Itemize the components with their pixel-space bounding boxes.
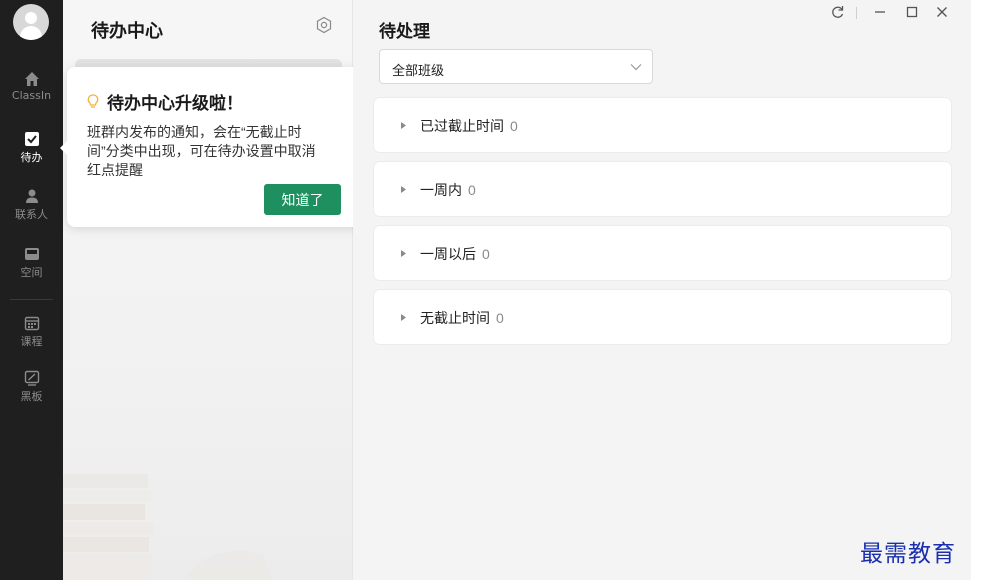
avatar-head [25,12,37,24]
nav-item-todo[interactable]: 待办 [0,131,63,177]
group-count: 0 [468,182,476,198]
person-icon [25,189,38,203]
caret-right-icon [401,314,406,321]
got-it-button[interactable]: 知道了 [264,184,341,215]
nav-item-courses[interactable]: 课程 [0,315,63,361]
group-label: 一周以后 0 [420,246,490,262]
nav-item-classin[interactable]: ClassIn [0,71,63,117]
todo-center-title: 待办中心 [91,21,163,41]
chevron-down-icon [630,64,642,71]
nav-label-todo: 待办 [20,151,43,164]
books-decoration [63,474,273,580]
group-count: 0 [496,310,504,326]
pending-title: 待处理 [379,22,430,41]
nav-item-blackboard[interactable]: 黑板 [0,370,63,416]
upgrade-tip-popover: 待办中心升级啦！ 班群内发布的通知，会在“无截止时间”分类中出现，可在待办设置中… [60,67,365,227]
nav-rail: ClassIn 待办 联系人 空间 课程 黑板 [0,0,63,580]
group-count: 0 [510,118,518,134]
nav-label-space: 空间 [20,266,43,279]
home-icon [24,72,39,86]
tip-arrow [60,141,67,155]
caret-right-icon [401,186,406,193]
tip-body: 班群内发布的通知，会在“无截止时间”分类中出现，可在待办设置中取消红点提醒 [87,124,316,178]
group-overdue[interactable]: 已过截止时间 0 [374,98,951,152]
class-filter-value: 全部班级 [392,63,445,78]
group-label: 无截止时间 0 [420,310,504,326]
group-label: 已过截止时间 0 [420,118,518,134]
refresh-icon[interactable] [829,3,847,21]
group-after-week[interactable]: 一周以后 0 [374,226,951,280]
avatar[interactable] [13,4,49,40]
calendar-icon [24,316,39,331]
close-icon[interactable] [933,3,951,21]
nav-label-classin: ClassIn [11,89,52,102]
avatar-body [20,26,42,40]
maximize-icon[interactable] [903,3,921,21]
rail-divider [10,299,53,300]
nav-label-blackboard: 黑板 [20,390,43,403]
watermark-text: 最需教育 [860,541,956,567]
nav-item-contacts[interactable]: 联系人 [0,188,63,234]
inbox-icon [24,248,39,260]
lightbulb-icon [87,93,99,108]
checkbox-icon [24,132,39,146]
group-label: 一周内 0 [420,182,476,198]
main-area: 待处理 全部班级 已过截止时间 0 一周内 0 一周以后 0 无截止时间 0 [353,0,971,580]
group-no-deadline[interactable]: 无截止时间 0 [374,290,951,344]
blackboard-icon [24,370,39,386]
minimize-icon[interactable] [871,3,889,21]
window-controls-divider [856,7,857,19]
nav-label-courses: 课程 [20,335,43,348]
group-within-week[interactable]: 一周内 0 [374,162,951,216]
tip-title-text: 待办中心升级啦！ [107,94,243,113]
nav-item-space[interactable]: 空间 [0,246,63,292]
tip-title: 待办中心升级啦！ [87,89,243,114]
nav-label-contacts: 联系人 [15,208,48,221]
caret-right-icon [401,122,406,129]
class-filter-select[interactable]: 全部班级 [379,49,653,84]
caret-right-icon [401,250,406,257]
settings-icon[interactable] [315,16,333,34]
group-count: 0 [482,246,490,262]
